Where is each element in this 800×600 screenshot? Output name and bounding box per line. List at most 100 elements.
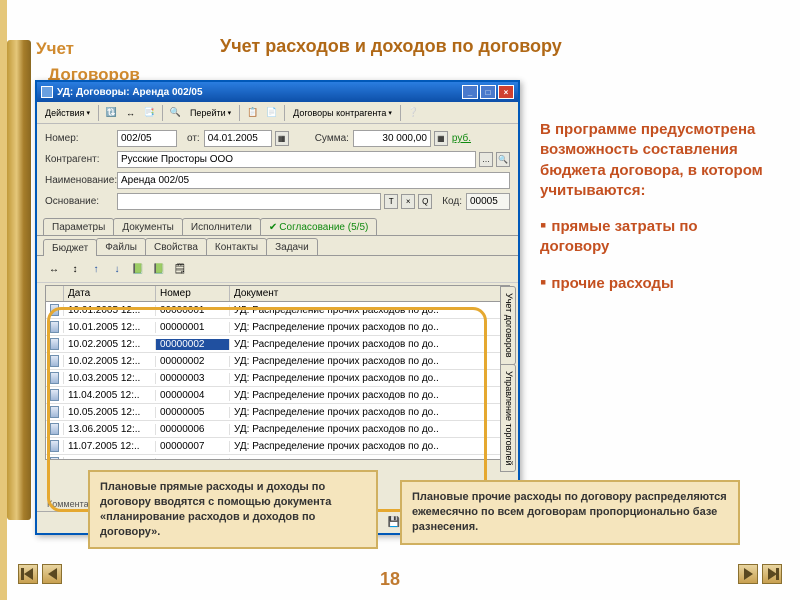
- table-row[interactable]: 13.06.2005 12:..00000006УД: Распределени…: [46, 421, 509, 438]
- col-document[interactable]: Документ: [230, 286, 509, 301]
- contragent-field[interactable]: Русские Просторы ООО: [117, 151, 476, 168]
- window-title: УД: Договоры: Аренда 002/05: [57, 87, 203, 98]
- tb-icon-1[interactable]: 🔃: [103, 104, 120, 121]
- nav-last-button[interactable]: [762, 564, 782, 584]
- name-field[interactable]: Аренда 002/05: [117, 172, 510, 189]
- minimize-button[interactable]: _: [462, 85, 478, 99]
- from-label: от:: [187, 133, 200, 144]
- contragent-open-button[interactable]: 🔍: [496, 152, 510, 167]
- titlebar[interactable]: УД: Договоры: Аренда 002/05 _ □ ×: [37, 82, 518, 102]
- cell-number: 00000001: [156, 305, 230, 316]
- table-row[interactable]: 11.04.2005 12:..00000004УД: Распределени…: [46, 387, 509, 404]
- tb-icon-2[interactable]: ↔: [122, 104, 139, 121]
- tab-budget[interactable]: Бюджет: [43, 239, 97, 256]
- row-icon: [46, 440, 64, 452]
- bullet-1: ▪ прямые затраты по договору: [540, 213, 770, 258]
- sum-field[interactable]: 30 000,00: [353, 130, 431, 147]
- goto-menu[interactable]: Перейти: [186, 104, 235, 121]
- app-window: УД: Договоры: Аренда 002/05 _ □ × Действ…: [35, 80, 520, 535]
- table-row[interactable]: 10.05.2005 12:..00000005УД: Распределени…: [46, 404, 509, 421]
- cell-date: 15.08.2005 12:..: [64, 458, 156, 461]
- cell-document: УД: Распределение прочих расходов по до.…: [230, 424, 509, 435]
- code-field: 00005: [466, 193, 510, 210]
- row-icon: [46, 321, 64, 333]
- close-button[interactable]: ×: [498, 85, 514, 99]
- body-text: В программе предусмотрена возможность со…: [540, 120, 770, 294]
- basis-label: Основание:: [45, 196, 113, 207]
- tab-documents[interactable]: Документы: [113, 218, 183, 235]
- col-date[interactable]: Дата: [64, 286, 156, 301]
- row-icon: [46, 457, 64, 460]
- cell-number: 00000002: [156, 356, 230, 367]
- table-row[interactable]: 10.03.2005 12:..00000003УД: Распределени…: [46, 370, 509, 387]
- basis-type-button[interactable]: T: [384, 194, 398, 209]
- num-label: Номер:: [45, 133, 113, 144]
- cell-date: 11.07.2005 12:..: [64, 441, 156, 452]
- tb-icon-5[interactable]: 📄: [263, 104, 280, 121]
- basis-clear-button[interactable]: ×: [401, 194, 415, 209]
- cell-document: УД: Распределение прочих расходов по до.…: [230, 458, 509, 461]
- row-icon: [46, 372, 64, 384]
- table-row[interactable]: 15.08.2005 12:..00000008УД: Распределени…: [46, 455, 509, 460]
- tab-approval[interactable]: ✔Согласование (5/5): [260, 218, 377, 235]
- tab-properties[interactable]: Свойства: [145, 238, 207, 255]
- basis-field[interactable]: [117, 193, 381, 210]
- table-row[interactable]: 10.01.2005 12:..00000001УД: Распределени…: [46, 319, 509, 336]
- col-number[interactable]: Номер: [156, 286, 230, 301]
- tab-params[interactable]: Параметры: [43, 218, 114, 235]
- nav-prev-button[interactable]: [42, 564, 62, 584]
- cell-date: 13.06.2005 12:..: [64, 424, 156, 435]
- row-icon: [46, 338, 64, 350]
- tb-icon-3[interactable]: 📑: [141, 104, 158, 121]
- actions-menu[interactable]: Действия: [41, 104, 94, 121]
- date-field[interactable]: 04.01.2005: [204, 130, 272, 147]
- cell-date: 10.05.2005 12:..: [64, 407, 156, 418]
- cell-document: УД: Распределение прочих расходов по до.…: [230, 407, 509, 418]
- row-icon: [46, 423, 64, 435]
- calc-button[interactable]: ▦: [434, 131, 448, 146]
- st-add2-icon[interactable]: 📗: [150, 260, 168, 278]
- table-row[interactable]: 10.02.2005 12:..00000002УД: Распределени…: [46, 336, 509, 353]
- row-icon: [46, 355, 64, 367]
- st-down-icon[interactable]: ↓: [108, 260, 126, 278]
- basis-open-button[interactable]: Q: [418, 194, 432, 209]
- tab-executors[interactable]: Исполнители: [182, 218, 261, 235]
- cell-number: 00000004: [156, 390, 230, 401]
- date-picker-button[interactable]: ▦: [275, 131, 289, 146]
- tb-icon-4[interactable]: 📋: [244, 104, 261, 121]
- st-refresh-icon[interactable]: ↔: [45, 260, 63, 278]
- tab-contacts[interactable]: Контакты: [206, 238, 267, 255]
- contragent-select-button[interactable]: …: [479, 152, 493, 167]
- body-paragraph: В программе предусмотрена возможность со…: [540, 120, 770, 201]
- sub-toolbar: ↔ ↕ ↑ ↓ 📗 📗 🗒: [37, 256, 518, 283]
- cell-document: УД: Распределение прочих расходов по до.…: [230, 373, 509, 384]
- cell-document: УД: Распределение прочих расходов по до.…: [230, 322, 509, 333]
- tabs-row-2: Бюджет Файлы Свойства Контакты Задачи: [37, 238, 518, 256]
- table-row[interactable]: 10.01.2005 12:..00000001УД: Распределени…: [46, 302, 509, 319]
- tab-tasks[interactable]: Задачи: [266, 238, 318, 255]
- name-label: Наименование:: [45, 175, 113, 186]
- nav-first-button[interactable]: [18, 564, 38, 584]
- st-add-icon[interactable]: 📗: [129, 260, 147, 278]
- maximize-button[interactable]: □: [480, 85, 496, 99]
- tab-files[interactable]: Файлы: [96, 238, 146, 255]
- table-row[interactable]: 11.07.2005 12:..00000007УД: Распределени…: [46, 438, 509, 455]
- currency-link[interactable]: руб.: [452, 133, 471, 144]
- table-row[interactable]: 10.02.2005 12:..00000002УД: Распределени…: [46, 353, 509, 370]
- row-icon: [46, 304, 64, 316]
- vtab-trade[interactable]: Управление торговлей: [500, 364, 516, 473]
- tabs-row-1: Параметры Документы Исполнители ✔Согласо…: [37, 218, 518, 236]
- code-label: Код:: [442, 196, 462, 207]
- tb-help-icon[interactable]: ❔: [405, 104, 422, 121]
- st-calc-icon[interactable]: 🗒: [171, 260, 189, 278]
- col-icon[interactable]: [46, 286, 64, 301]
- table-header: Дата Номер Документ: [46, 286, 509, 302]
- budget-table: Дата Номер Документ 10.01.2005 12:..0000…: [45, 285, 510, 460]
- nav-next-button[interactable]: [738, 564, 758, 584]
- st-up-icon[interactable]: ↑: [87, 260, 105, 278]
- vtab-contracts[interactable]: Учет договоров: [500, 286, 516, 365]
- num-field[interactable]: 002/05: [117, 130, 177, 147]
- tb-search-icon[interactable]: 🔍: [167, 104, 184, 121]
- contragent-menu[interactable]: Договоры контрагента: [289, 104, 396, 121]
- st-sort-icon[interactable]: ↕: [66, 260, 84, 278]
